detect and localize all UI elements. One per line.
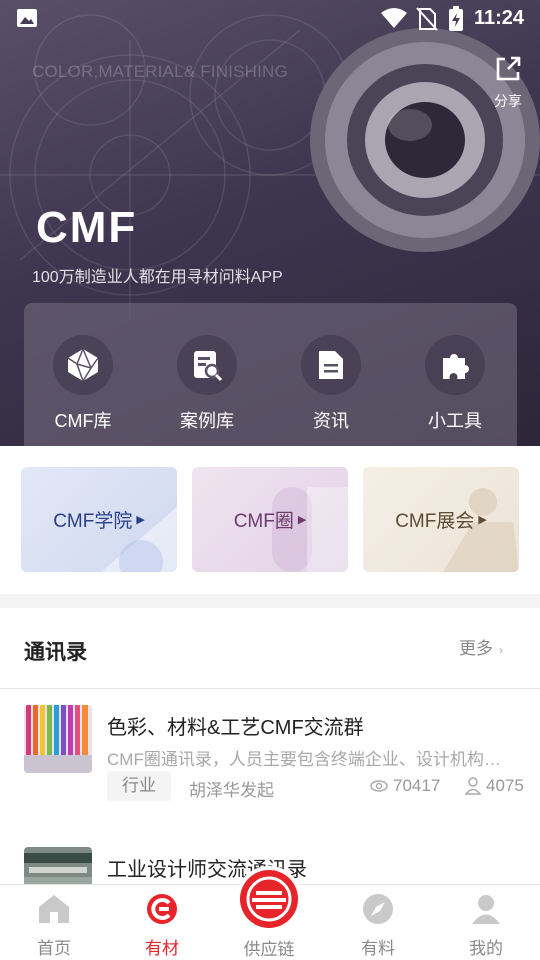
tab-label: 首页 [37, 939, 71, 958]
group-title: 色彩、材料&工艺CMF交流群 [107, 717, 364, 739]
battery-charging-icon [449, 6, 463, 31]
hero-slogan: 100万制造业人都在用寻材问料APP [32, 269, 283, 286]
eye-icon [370, 780, 388, 792]
group-tag: 行业 [107, 771, 171, 801]
document-search-icon [194, 351, 223, 382]
share-label: 分享 [494, 93, 522, 109]
section-title: 通讯录 [24, 641, 87, 664]
promo-label: CMF学院 [53, 511, 133, 532]
quick-nav-label: CMF库 [54, 411, 112, 431]
views-value: 70417 [393, 776, 441, 795]
caret-right-icon: ▶ [136, 514, 145, 526]
more-link[interactable]: 更多 › [459, 634, 503, 659]
members-value: 4075 [486, 776, 524, 795]
promo-label: CMF展会 [395, 511, 475, 532]
hero-subtitle: COLOR,MATERIAL& FINISHING [32, 62, 288, 81]
tab-supply-chain[interactable] [236, 866, 302, 932]
share-button[interactable]: 分享 [490, 54, 526, 111]
tab-label: 我的 [469, 939, 503, 958]
caret-right-icon: ▶ [297, 514, 307, 526]
tab-mine[interactable]: 我的 [446, 893, 526, 959]
supply-chain-icon [240, 870, 298, 928]
share-icon [496, 56, 521, 81]
tab-materials[interactable]: 有材 [122, 893, 202, 959]
clock: 11:24 [474, 7, 525, 29]
puzzle-icon [443, 354, 469, 379]
status-bar: 11:24 [0, 0, 540, 36]
quick-nav-label: 资讯 [313, 411, 349, 431]
brand-c-icon [147, 894, 177, 924]
caret-right-icon: ▶ [478, 514, 487, 526]
more-label: 更多 [459, 639, 493, 658]
tab-label: 有料 [361, 939, 395, 958]
cmf-logo: CMF [36, 204, 137, 246]
user-icon [472, 895, 500, 924]
quick-nav-cmf-library[interactable]: CMF库 [28, 335, 138, 433]
svg-text:CMF: CMF [36, 204, 137, 246]
quick-nav-label: 案例库 [180, 411, 234, 431]
group-thumbnail [24, 705, 92, 773]
quick-nav-news[interactable]: 资讯 [276, 335, 386, 433]
promo-cmf-academy[interactable]: CMF学院 ▶ [21, 467, 177, 572]
compass-icon [363, 894, 393, 924]
wifi-icon [381, 8, 407, 28]
no-sim-icon [416, 7, 438, 31]
views-count: 70417 [370, 776, 440, 796]
tab-info[interactable]: 有料 [338, 893, 418, 959]
quick-nav-tools[interactable]: 小工具 [400, 335, 510, 433]
group-description: CMF圈通讯录，人员主要包含终端企业、设计机构… [107, 750, 501, 769]
tab-label: 有材 [145, 939, 179, 958]
quick-nav-panel: CMF库 案例库 资讯 小工具 [24, 303, 517, 463]
quick-nav-case-library[interactable]: 案例库 [152, 335, 262, 433]
tab-label: 供应链 [243, 940, 295, 959]
quick-nav-label: 小工具 [428, 411, 482, 431]
promo-label: CMF圈 [233, 511, 294, 532]
promo-cmf-circle[interactable]: CMF圈 ▶ [192, 467, 348, 572]
promo-cmf-exhibition[interactable]: CMF展会 ▶ [363, 467, 519, 572]
home-icon [39, 895, 69, 923]
person-icon [465, 777, 481, 795]
polyhedron-icon [67, 348, 99, 382]
members-count: 4075 [465, 776, 524, 796]
divider [0, 688, 540, 689]
group-starter: 胡泽华发起 [189, 781, 274, 800]
chevron-right-icon: › [499, 643, 503, 657]
tab-home[interactable]: 首页 [14, 893, 94, 959]
article-icon [319, 351, 343, 379]
contact-group-item[interactable]: 色彩、材料&工艺CMF交流群 CMF圈通讯录，人员主要包含终端企业、设计机构… … [0, 705, 540, 815]
image-notification-icon [17, 9, 37, 27]
